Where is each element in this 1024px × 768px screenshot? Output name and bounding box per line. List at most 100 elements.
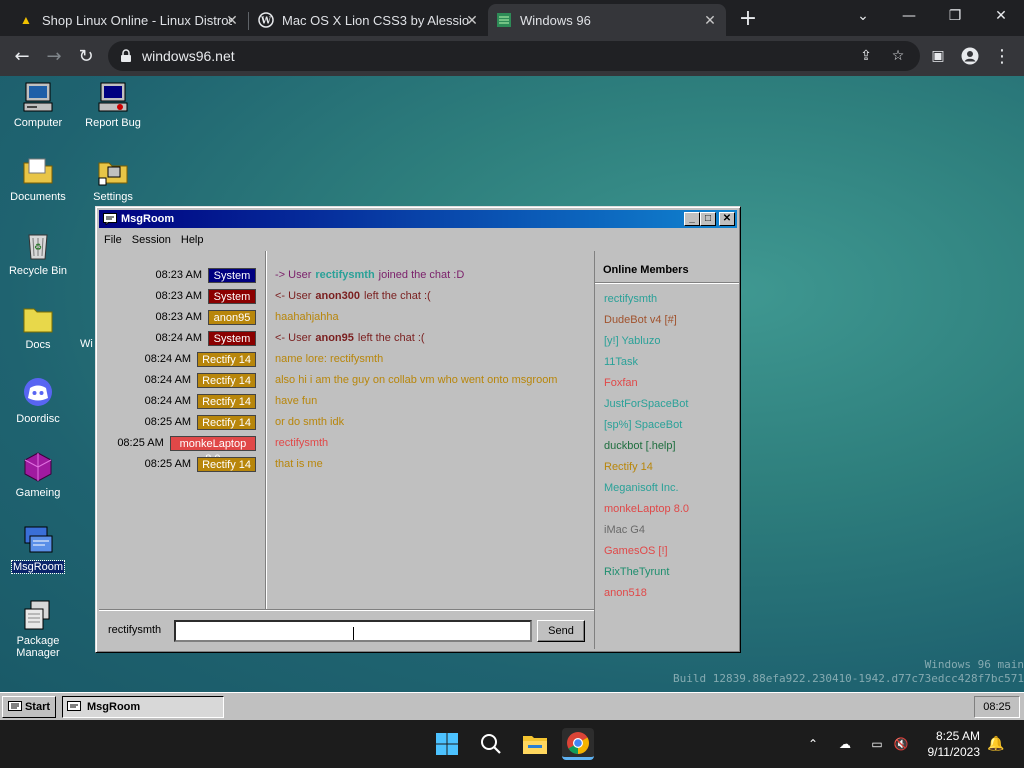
member-list-item[interactable]: JustForSpaceBot [604, 398, 688, 410]
message-author-tag[interactable]: Rectify 14 [197, 372, 256, 388]
desktop-icon-documents[interactable]: Documents [0, 154, 76, 203]
recycle-bin-icon: ♻ [21, 228, 55, 262]
member-list-item[interactable]: Foxfan [604, 377, 638, 389]
member-list-item[interactable]: GamesOS [!] [604, 545, 668, 557]
back-button[interactable]: ← [10, 44, 34, 68]
tab-shop-linux[interactable]: ▲ Shop Linux Online - Linux Distros ✕ [10, 4, 248, 36]
computer-icon [21, 80, 55, 114]
clock-time: 8:25 AM [935, 729, 980, 743]
nickname-label[interactable]: rectifysmth [108, 624, 161, 636]
message-author-tag[interactable]: System [208, 267, 256, 283]
side-panel-icon[interactable]: ▣ [926, 44, 950, 68]
forward-button[interactable]: → [42, 44, 66, 68]
url-text[interactable]: windows96.net [142, 48, 235, 64]
desktop-icon-package-manager[interactable]: Package Manager [0, 598, 76, 659]
member-list-item[interactable]: Rectify 14 [604, 461, 653, 473]
tab-divider [248, 12, 249, 30]
system-message-user[interactable]: anon95 [315, 332, 354, 344]
member-list-item[interactable]: [y!] Yabluzo [604, 335, 660, 347]
message-author-tag[interactable]: Rectify 14 [197, 456, 256, 472]
message-author-tag[interactable]: Rectify 14 [197, 414, 256, 430]
member-list-item[interactable]: duckbot [.help] [604, 440, 676, 452]
win96-tray-clock[interactable]: 08:25 [974, 696, 1020, 718]
settings-folder-icon [96, 154, 130, 188]
member-list-item[interactable]: [sp%] SpaceBot [604, 419, 682, 431]
message-author-tag[interactable]: monkeLaptop 8.0 [169, 435, 256, 465]
close-icon[interactable]: ✕ [702, 12, 718, 28]
star-icon[interactable]: ☆ [890, 48, 906, 64]
close-icon[interactable]: ✕ [464, 12, 480, 28]
member-list-item[interactable]: anon518 [604, 587, 647, 599]
file-explorer-icon[interactable] [519, 728, 551, 760]
gameing-cube-icon [21, 450, 55, 484]
win96-taskbar: Start MsgRoom 08:25 [0, 692, 1024, 720]
chevron-up-icon[interactable]: ⌃ [805, 736, 821, 752]
system-clock[interactable]: 8:25 AM 9/11/2023 [910, 728, 981, 760]
tab-windows-96[interactable]: Windows 96 ✕ [488, 4, 726, 36]
new-tab-button[interactable]: + [736, 6, 760, 31]
share-icon[interactable]: ⇪ [858, 48, 874, 64]
message-log: -> User rectifysmth joined the chat :D <- U… [266, 251, 594, 609]
reload-button[interactable]: ↻ [74, 44, 98, 68]
message-timestamp: 08:23 AM [155, 269, 202, 281]
message-author-tag[interactable]: System [208, 288, 256, 304]
restore-button[interactable]: ❐ [932, 0, 978, 32]
message-text: name lore: rectifysmth [275, 353, 384, 365]
member-list-item[interactable]: Meganisoft Inc. [604, 482, 679, 494]
desktop-icon-docs[interactable]: Docs [0, 302, 76, 351]
message-input[interactable] [174, 620, 532, 642]
window-maximize-button[interactable]: □ [700, 212, 716, 226]
desktop-icon-doordisc[interactable]: Doordisc [0, 376, 76, 425]
member-list-item[interactable]: DudeBot v4 [#] [604, 314, 677, 326]
member-list-item[interactable]: rectifysmth [604, 293, 657, 305]
start-button[interactable]: Start [2, 696, 56, 718]
minimize-button[interactable]: — [886, 0, 932, 32]
member-list-item[interactable]: 11Task [604, 356, 638, 368]
msgroom-icon [21, 524, 55, 558]
notification-bell-icon[interactable]: 🔔 [987, 736, 1004, 752]
display-icon[interactable]: ▭ [869, 736, 885, 752]
chrome-taskbar-icon[interactable] [562, 728, 594, 760]
member-list-item[interactable]: RixTheTyrunt [604, 566, 669, 578]
desktop-icon-report-bug[interactable]: Report Bug [75, 80, 151, 129]
menu-session[interactable]: Session [127, 234, 176, 246]
address-bar[interactable]: windows96.net ⇪ ☆ [108, 41, 920, 71]
message-author-tag[interactable]: Rectify 14 [197, 393, 256, 409]
clock-date: 9/11/2023 [927, 745, 981, 759]
desktop-icon-settings[interactable]: Settings [75, 154, 151, 203]
system-message-user[interactable]: rectifysmth [315, 269, 374, 281]
window-close-button[interactable]: ✕ [719, 212, 735, 226]
tab-search-icon[interactable]: ⌄ [840, 0, 886, 32]
desktop-icon-computer[interactable]: Computer [0, 80, 76, 129]
message-meta-row: 08:24 AM Rectify 14 [99, 393, 256, 409]
menu-file[interactable]: File [99, 234, 127, 246]
profile-icon[interactable] [958, 44, 982, 68]
taskbar-item-msgroom[interactable]: MsgRoom [62, 696, 224, 718]
discord-icon [21, 376, 55, 410]
member-list-item[interactable]: iMac G4 [604, 524, 645, 536]
search-icon[interactable] [475, 728, 507, 760]
send-button[interactable]: Send [537, 620, 585, 642]
message-author-tag[interactable]: Rectify 14 [197, 351, 256, 367]
desktop-icon-gameing[interactable]: Gameing [0, 450, 76, 499]
message-author-tag[interactable]: anon95 [208, 309, 256, 325]
lock-icon[interactable] [120, 49, 132, 63]
member-list-item[interactable]: monkeLaptop 8.0 [604, 503, 689, 515]
message-author-tag[interactable]: System [208, 330, 256, 346]
system-message-user[interactable]: anon300 [315, 290, 360, 302]
chrome-menu-icon[interactable]: ⋮ [990, 44, 1014, 68]
window-menu-bar: File Session Help [99, 230, 737, 250]
online-members-panel: Online Members rectifysmth DudeBot v4 [#]… [594, 251, 739, 649]
volume-muted-icon[interactable]: 🔇 [893, 736, 909, 752]
desktop-icon-msgroom[interactable]: MsgRoom [0, 524, 76, 574]
tab-mac-os-x-lion[interactable]: W Mac OS X Lion CSS3 by Alessio A ✕ [250, 4, 488, 36]
message-meta-column: 08:23 AM System 08:23 AM System 08:23 AM anon… [99, 251, 266, 609]
desktop-icon-recycle-bin[interactable]: ♻ Recycle Bin [0, 228, 76, 277]
onedrive-icon[interactable]: ☁ [837, 736, 853, 752]
close-icon[interactable]: ✕ [224, 12, 240, 28]
menu-help[interactable]: Help [176, 234, 209, 246]
close-window-button[interactable]: ✕ [978, 0, 1024, 32]
windows-start-icon[interactable] [431, 728, 463, 760]
window-minimize-button[interactable]: _ [684, 212, 700, 226]
window-title-bar[interactable]: MsgRoom _ □ ✕ [99, 210, 737, 228]
